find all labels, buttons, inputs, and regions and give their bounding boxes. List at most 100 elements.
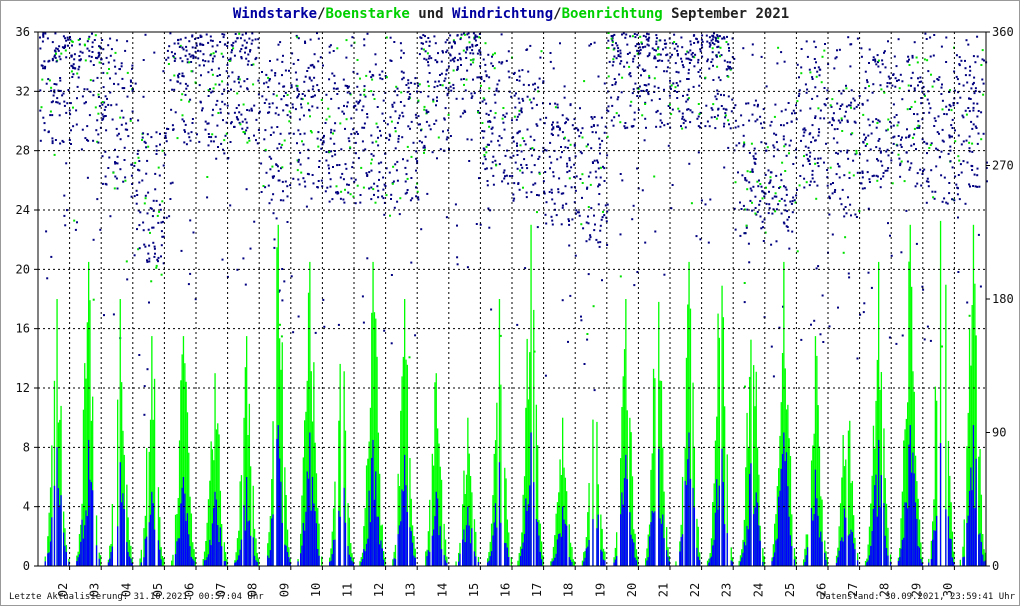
wind-direction-point: [222, 55, 225, 58]
wind-direction-point: [923, 168, 926, 171]
wind-direction-point: [708, 125, 711, 128]
wind-direction-point: [601, 139, 604, 142]
wind-direction-point: [61, 46, 64, 49]
wind-direction-point: [432, 98, 435, 101]
wind-direction-point: [529, 44, 532, 47]
wind-direction-point: [269, 134, 272, 136]
wind-direction-point: [126, 278, 129, 281]
wind-direction-point: [374, 63, 377, 66]
wind-direction-point: [306, 172, 309, 175]
wind-direction-point: [168, 215, 171, 218]
wind-direction-point: [934, 119, 937, 122]
wind-direction-point: [200, 74, 202, 77]
wind-direction-point: [427, 64, 430, 67]
wind-direction-point: [671, 53, 673, 56]
wind-bar: [76, 561, 78, 566]
wind-bar: [743, 541, 746, 566]
wind-direction-point: [566, 165, 569, 168]
wind-direction-point: [382, 188, 385, 191]
wind-direction-point: [926, 98, 929, 101]
wind-direction-point: [818, 74, 821, 77]
wind-direction-point: [329, 178, 332, 181]
wind-direction-point: [980, 138, 983, 141]
wind-direction-point: [597, 75, 600, 78]
wind-direction-point: [486, 184, 489, 187]
wind-direction-point: [190, 131, 193, 134]
wind-direction-point: [279, 199, 282, 202]
wind-bar: [791, 546, 793, 566]
wind-bar: [983, 561, 985, 566]
wind-direction-point: [626, 43, 629, 46]
wind-direction-point: [632, 60, 635, 63]
wind-direction-point: [394, 110, 397, 113]
wind-direction-point: [110, 104, 113, 107]
wind-bar: [246, 477, 248, 566]
wind-bar: [816, 498, 818, 566]
wind-direction-point: [887, 167, 890, 170]
wind-bar: [774, 552, 776, 566]
wind-direction-point: [962, 116, 965, 119]
wind-direction-point: [436, 96, 438, 99]
wind-bar: [918, 547, 921, 566]
wind-direction-point: [449, 85, 452, 88]
wind-direction-point: [655, 34, 658, 37]
wind-direction-point: [850, 214, 852, 217]
wind-direction-point: [216, 44, 219, 47]
wind-bar: [588, 540, 590, 566]
wind-direction-point: [724, 116, 727, 119]
wind-direction-point: [817, 134, 820, 137]
wind-direction-point: [181, 72, 184, 75]
wind-bar: [286, 552, 289, 566]
wind-direction-point: [895, 65, 898, 68]
wind-bar: [410, 531, 412, 566]
wind-direction-point: [399, 42, 402, 45]
wind-direction-point: [708, 67, 711, 70]
wind-direction-point: [943, 197, 946, 200]
wind-direction-point: [122, 116, 125, 119]
wind-direction-point: [141, 179, 144, 182]
wind-direction-point: [188, 61, 191, 64]
wind-direction-point: [50, 101, 53, 104]
wind-direction-point: [420, 47, 423, 50]
wind-direction-point: [97, 96, 100, 98]
wind-direction-point: [970, 87, 973, 90]
wind-direction-point: [917, 120, 920, 123]
wind-direction-point: [468, 41, 471, 44]
wind-bar: [912, 452, 914, 566]
wind-direction-point: [436, 99, 438, 102]
wind-bar: [444, 560, 447, 566]
wind-direction-point: [816, 95, 819, 98]
wind-direction-point: [472, 52, 475, 55]
wind-bar: [402, 491, 405, 566]
wind-direction-point: [697, 61, 700, 64]
wind-direction-point: [640, 74, 642, 77]
wind-direction-point: [537, 194, 540, 197]
wind-direction-point: [754, 212, 757, 215]
wind-direction-point: [728, 123, 730, 126]
wind-direction-point: [317, 180, 320, 182]
wind-direction-point: [243, 39, 246, 42]
wind-direction-point: [659, 112, 662, 115]
wind-direction-point: [107, 167, 110, 169]
wind-direction-point: [84, 137, 87, 140]
wind-direction-point: [153, 255, 156, 258]
wind-direction-point: [544, 374, 547, 377]
wind-bar: [160, 559, 162, 566]
wind-direction-point: [50, 255, 53, 258]
wind-direction-point: [253, 134, 255, 137]
wind-direction-point: [427, 37, 430, 39]
wind-direction-point: [169, 182, 172, 185]
wind-direction-point: [612, 58, 615, 61]
wind-direction-point: [564, 122, 567, 125]
wind-direction-point: [356, 59, 359, 61]
wind-direction-point: [66, 36, 69, 39]
wind-direction-point: [445, 73, 448, 76]
wind-direction-point: [663, 70, 666, 73]
wind-direction-point: [496, 83, 499, 86]
wind-bar: [951, 557, 954, 566]
wind-direction-point: [326, 186, 329, 189]
wind-direction-point: [283, 139, 286, 142]
wind-direction-point: [103, 314, 105, 317]
wind-bar: [225, 561, 227, 566]
wind-direction-point: [187, 283, 190, 286]
